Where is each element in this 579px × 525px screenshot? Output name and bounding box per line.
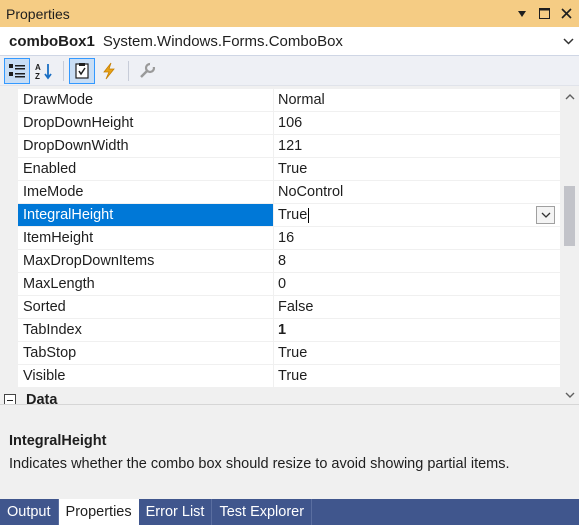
property-row[interactable]: MaxDropDownItems 8 bbox=[0, 250, 560, 273]
property-row[interactable]: Visible True bbox=[0, 365, 560, 388]
properties-icon[interactable] bbox=[69, 57, 95, 84]
property-name: Sorted bbox=[18, 296, 273, 319]
property-value[interactable]: True bbox=[274, 365, 560, 388]
vertical-scrollbar[interactable] bbox=[560, 86, 579, 404]
property-row[interactable]: ImeMode NoControl bbox=[0, 181, 560, 204]
maximize-icon[interactable] bbox=[533, 3, 555, 25]
property-row[interactable]: TabStop True bbox=[0, 342, 560, 365]
value-dropdown-button[interactable] bbox=[536, 206, 555, 224]
scroll-down-icon[interactable] bbox=[560, 386, 579, 404]
property-row[interactable]: ItemHeight 16 bbox=[0, 227, 560, 250]
window-position-dropdown-icon[interactable] bbox=[511, 3, 533, 25]
property-row[interactable]: DropDownWidth 121 bbox=[0, 135, 560, 158]
property-value[interactable]: True bbox=[274, 158, 560, 181]
property-grid: DrawMode Normal DropDownHeight 106 DropD… bbox=[0, 86, 560, 404]
property-name: IntegralHeight bbox=[18, 204, 273, 227]
property-name: DropDownHeight bbox=[18, 112, 273, 135]
property-name: TabStop bbox=[18, 342, 273, 365]
property-name: DropDownWidth bbox=[18, 135, 273, 158]
panel-title: Properties bbox=[6, 5, 70, 22]
text-caret bbox=[308, 207, 310, 223]
description-title: IntegralHeight bbox=[9, 433, 107, 449]
close-icon[interactable] bbox=[555, 3, 577, 25]
property-value[interactable]: 16 bbox=[274, 227, 560, 250]
tab-error-list[interactable]: Error List bbox=[139, 499, 213, 525]
collapse-icon[interactable] bbox=[4, 393, 16, 404]
property-pages-icon[interactable] bbox=[134, 58, 160, 84]
property-row[interactable]: DrawMode Normal bbox=[0, 89, 560, 112]
description-text: Indicates whether the combo box should r… bbox=[9, 456, 510, 472]
tab-test-explorer[interactable]: Test Explorer bbox=[212, 499, 313, 525]
events-icon[interactable] bbox=[96, 58, 122, 84]
property-row[interactable]: Sorted False bbox=[0, 296, 560, 319]
properties-title-bar: Properties bbox=[0, 0, 579, 27]
property-row[interactable]: TabIndex 1 bbox=[0, 319, 560, 342]
property-name: Visible bbox=[18, 365, 273, 388]
categorized-icon[interactable] bbox=[4, 57, 30, 84]
property-name: DrawMode bbox=[18, 89, 273, 112]
property-value[interactable]: 121 bbox=[274, 135, 560, 158]
tab-properties[interactable]: Properties bbox=[58, 499, 139, 525]
property-row[interactable]: DropDownHeight 106 bbox=[0, 112, 560, 135]
property-name: MaxLength bbox=[18, 273, 273, 296]
toolbar-separator bbox=[128, 60, 129, 81]
toolbar-separator bbox=[63, 60, 64, 81]
property-name: ImeMode bbox=[18, 181, 273, 204]
alphabetical-icon[interactable]: A Z bbox=[31, 58, 57, 84]
description-pane: IntegralHeight Indicates whether the com… bbox=[0, 404, 579, 499]
object-type: System.Windows.Forms.ComboBox bbox=[102, 32, 343, 50]
tool-window-tabs: Output Properties Error List Test Explor… bbox=[0, 499, 579, 525]
chevron-down-icon bbox=[541, 212, 550, 218]
chevron-down-icon[interactable] bbox=[557, 37, 579, 45]
property-value[interactable]: NoControl bbox=[274, 181, 560, 204]
category-label: Data bbox=[26, 391, 58, 405]
property-name: MaxDropDownItems bbox=[18, 250, 273, 273]
object-selector[interactable]: comboBox1 System.Windows.Forms.ComboBox bbox=[0, 27, 579, 56]
category-row-data[interactable]: Data bbox=[0, 388, 560, 404]
property-value[interactable]: Normal bbox=[274, 89, 560, 112]
tab-output[interactable]: Output bbox=[0, 499, 59, 525]
property-row[interactable]: Enabled True bbox=[0, 158, 560, 181]
property-value[interactable]: 1 bbox=[274, 319, 560, 342]
property-value[interactable]: 0 bbox=[274, 273, 560, 296]
property-row[interactable]: MaxLength 0 bbox=[0, 273, 560, 296]
property-value[interactable]: True bbox=[274, 342, 560, 365]
scrollbar-thumb[interactable] bbox=[564, 186, 575, 246]
property-name: Enabled bbox=[18, 158, 273, 181]
property-row-selected[interactable]: IntegralHeight True bbox=[0, 204, 560, 227]
svg-text:Z: Z bbox=[35, 72, 40, 80]
property-name: ItemHeight bbox=[18, 227, 273, 250]
property-value[interactable]: False bbox=[274, 296, 560, 319]
property-value-text[interactable]: True bbox=[278, 207, 307, 223]
property-value[interactable]: 8 bbox=[274, 250, 560, 273]
properties-toolbar: A Z bbox=[0, 56, 579, 86]
property-name: TabIndex bbox=[18, 319, 273, 342]
property-value[interactable]: 106 bbox=[274, 112, 560, 135]
property-value-editor[interactable]: True bbox=[274, 204, 560, 227]
scroll-up-icon[interactable] bbox=[560, 88, 579, 106]
object-name: comboBox1 bbox=[9, 32, 95, 50]
svg-text:A: A bbox=[35, 63, 41, 72]
